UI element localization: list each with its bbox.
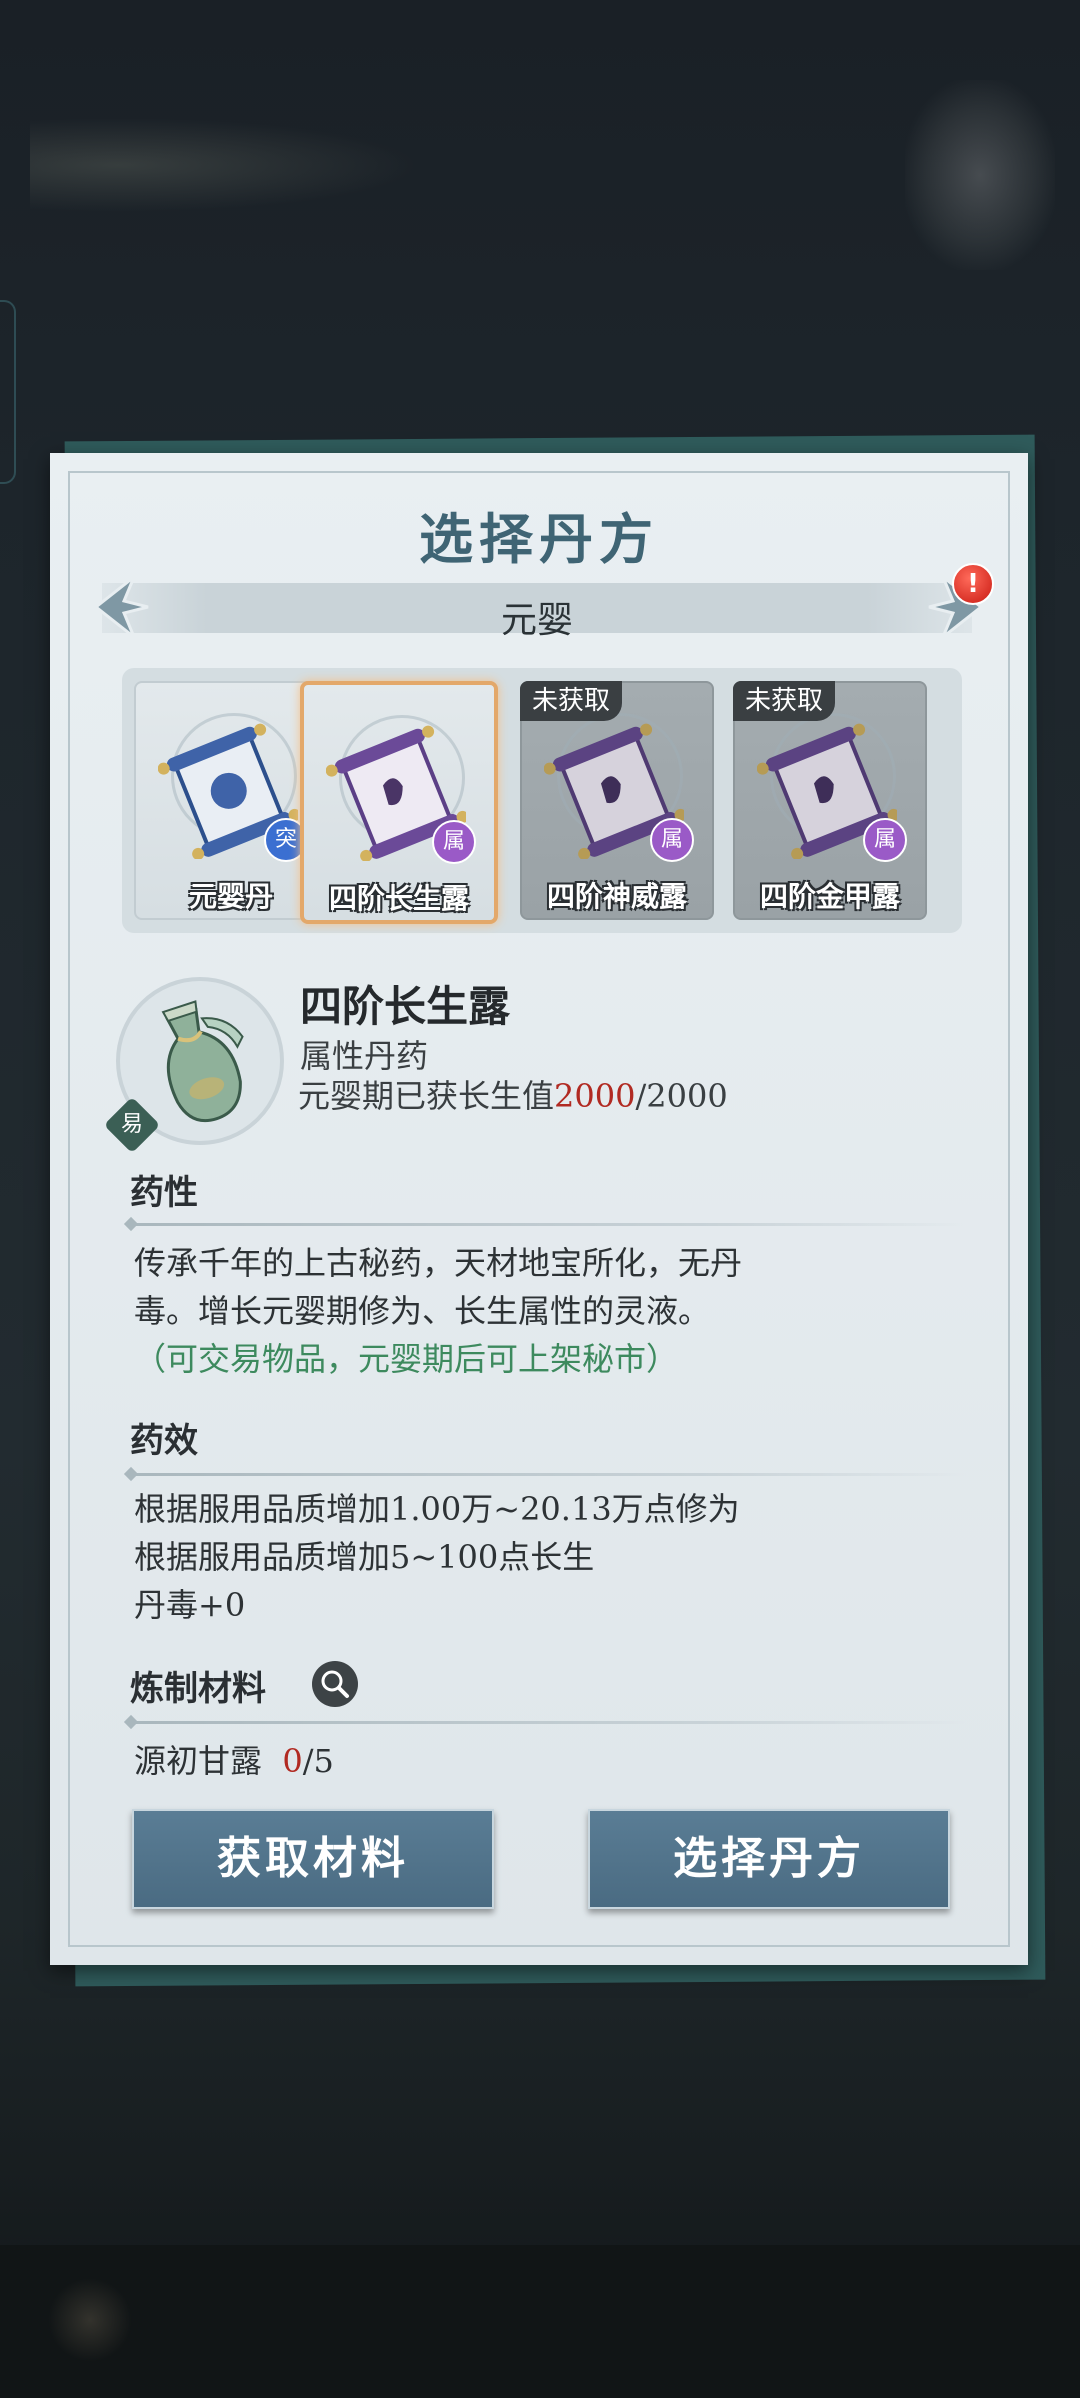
background-side-tab [0,300,16,484]
material-count: 0/5 [272,1742,334,1780]
effect-line: 根据服用品质增加1.00万~20.13万点修为 [134,1490,740,1528]
select-recipe-dialog: 选择丹方 元婴 ! 突 元婴丹 属 四阶长生露 属 四阶神威露 未获取 属 四阶… [50,453,1028,1965]
recipe-name: 四阶神威露 [546,880,687,913]
properties-line: 毒。增长元婴期修为、长生属性的灵液。 [134,1292,711,1330]
not-obtained-tag: 未获取 [520,681,623,721]
attribute-badge: 属 [432,820,476,864]
recipe-name: 四阶长生露 [328,882,469,915]
effects-title: 药效 [130,1421,198,1461]
progress-current: 2000 [554,1077,636,1115]
progress-label: 元婴期已获长生值 [298,1077,555,1115]
prev-realm-arrow-icon[interactable] [93,571,152,643]
realm-selector: 元婴 [102,583,972,641]
alert-badge-icon: ! [952,563,994,605]
select-recipe-button[interactable]: 选择丹方 [588,1809,950,1909]
recipe-card-changsheng-lu[interactable]: 属 四阶长生露 [300,681,498,924]
properties-line: 传承千年的上古秘药，天材地宝所化，无丹 [134,1244,743,1282]
section-divider [126,1223,966,1226]
dialog-title: 选择丹方 [419,507,659,571]
material-have: 0 [282,1742,303,1780]
background-header-blur [30,110,470,220]
recipe-card-yuanying-dan[interactable]: 突 元婴丹 [134,681,328,920]
section-divider [126,1721,966,1724]
material-need: 5 [313,1742,334,1780]
recipe-card-shenwei-lu[interactable]: 属 四阶神威露 未获取 [520,681,714,920]
recipe-name: 四阶金甲露 [759,880,900,913]
attribute-badge: 属 [650,818,694,862]
material-row: 源初甘露 0/5 [134,1736,334,1782]
item-progress: 元婴期已获长生值2000/2000 [298,1071,728,1117]
effect-line: 丹毒+0 [134,1586,246,1624]
search-icon[interactable] [312,1661,358,1707]
materials-title: 炼制材料 [130,1669,266,1709]
get-materials-button[interactable]: 获取材料 [132,1809,494,1909]
section-divider [126,1473,966,1476]
recipe-name: 元婴丹 [188,880,273,913]
properties-title: 药性 [130,1173,198,1213]
not-obtained-tag: 未获取 [733,681,836,721]
recipe-card-jinjia-lu[interactable]: 属 四阶金甲露 未获取 [733,681,927,920]
realm-name: 元婴 [500,600,573,641]
effect-line: 根据服用品质增加5~100点长生 [134,1538,595,1576]
effects-text: 根据服用品质增加1.00万~20.13万点修为 根据服用品质增加5~100点长生… [134,1485,954,1629]
material-sep: / [302,1742,314,1780]
item-name: 四阶长生露 [300,982,511,1031]
progress-max: 2000 [646,1077,728,1115]
properties-text: 传承千年的上古秘药，天材地宝所化，无丹 毒。增长元婴期修为、长生属性的灵液。 （… [134,1239,954,1383]
bottom-menu-icon [48,2278,132,2362]
attribute-badge: 属 [863,818,907,862]
trade-note: （可交易物品，元婴期后可上架秘市） [134,1340,679,1378]
bottom-bar [0,2245,1080,2398]
progress-separator: / [635,1077,647,1115]
material-name: 源初甘露 [134,1742,263,1780]
background-avatar-blur [905,80,1055,270]
